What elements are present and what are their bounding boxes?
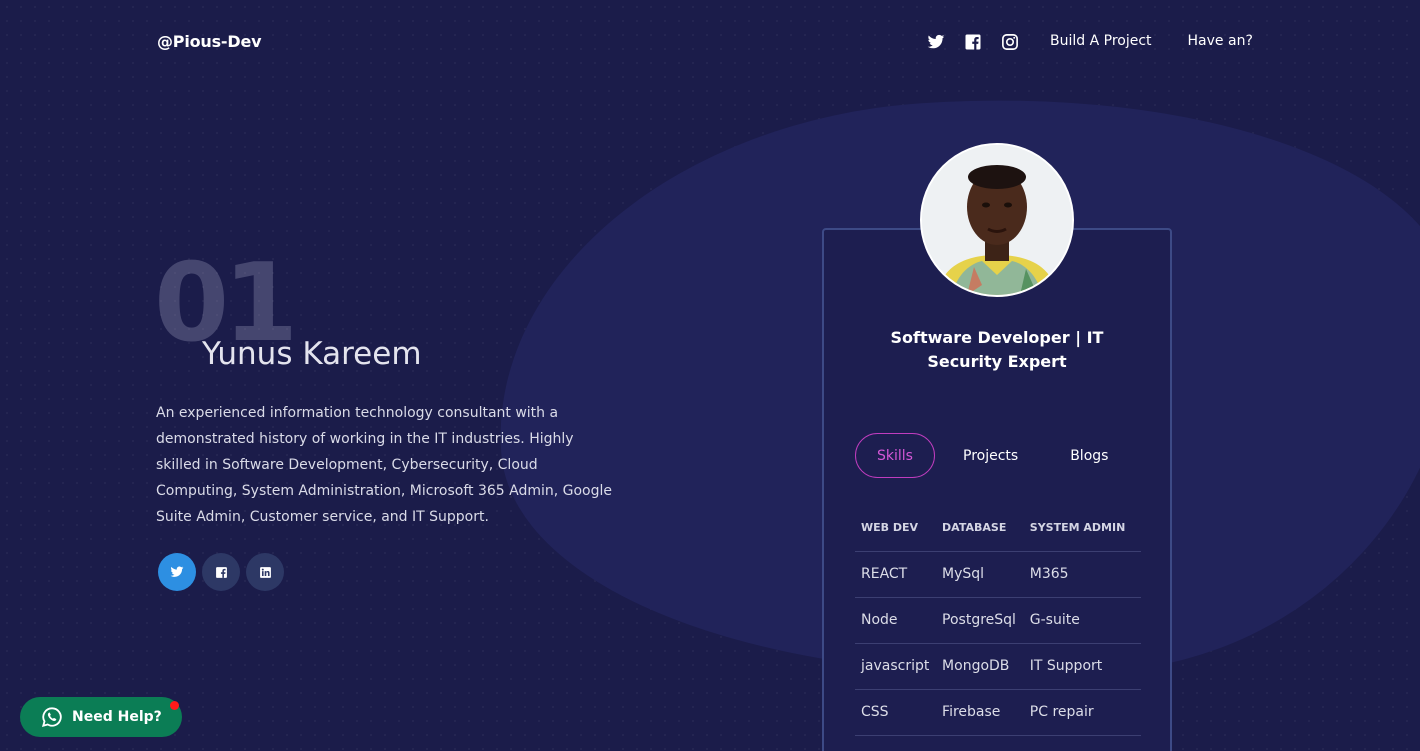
- table-row: REACT MySql M365: [855, 551, 1141, 598]
- facebook-button[interactable]: [202, 553, 240, 591]
- table-cell: REACT: [855, 551, 937, 598]
- table-cell: PostgreSql: [936, 597, 1024, 644]
- twitter-button[interactable]: [158, 553, 196, 591]
- table-cell: MySql: [936, 551, 1024, 598]
- table-cell: Troubleshooting: [1023, 735, 1141, 751]
- table-cell: G-suite: [1023, 597, 1141, 644]
- table-cell: CouchDB: [936, 735, 1024, 751]
- profile-photo: [922, 145, 1072, 295]
- table-header-row: WEB DEV DATABASE SYSTEM ADMIN: [855, 505, 1141, 552]
- tab-blogs[interactable]: Blogs: [1070, 433, 1108, 478]
- table-cell: MongoDB: [936, 643, 1024, 690]
- table-row: HTML CouchDB Troubleshooting: [855, 735, 1141, 751]
- profile-card: Software Developer | IT Security Expert …: [822, 228, 1172, 751]
- nav-link-build-project[interactable]: Build A Project: [1050, 33, 1152, 49]
- table-row: CSS Firebase PC repair: [855, 689, 1141, 736]
- instagram-icon[interactable]: [1001, 33, 1019, 51]
- skills-table: WEB DEV DATABASE SYSTEM ADMIN REACT MySq…: [855, 505, 1141, 751]
- need-help-button[interactable]: Need Help?: [20, 697, 182, 737]
- facebook-icon[interactable]: [964, 33, 982, 51]
- table-cell: CSS: [855, 689, 937, 736]
- nav-links: Build A Project Have an?: [1050, 33, 1253, 49]
- profile-tabs: Skills Projects Blogs: [855, 433, 1108, 478]
- table-cell: IT Support: [1023, 643, 1141, 690]
- column-header: SYSTEM ADMIN: [1023, 505, 1141, 552]
- bio-text: An experienced information technology co…: [156, 405, 612, 525]
- table-cell: M365: [1023, 551, 1141, 598]
- need-help-label: Need Help?: [72, 709, 162, 725]
- table-cell: PC repair: [1023, 689, 1141, 736]
- linkedin-icon: [259, 566, 271, 578]
- column-header: WEB DEV: [855, 505, 937, 552]
- table-cell: javascript: [855, 643, 937, 690]
- whatsapp-icon: [41, 707, 62, 728]
- notification-dot: [170, 701, 179, 710]
- tab-projects[interactable]: Projects: [963, 433, 1018, 478]
- table-row: javascript MongoDB IT Support: [855, 643, 1141, 690]
- twitter-icon[interactable]: [927, 33, 945, 51]
- tab-skills[interactable]: Skills: [855, 433, 935, 478]
- twitter-icon: [170, 566, 184, 577]
- table-cell: Node: [855, 597, 937, 644]
- brand-logo[interactable]: @Pious-Dev: [157, 32, 262, 51]
- nav-link-have-an[interactable]: Have an?: [1188, 33, 1253, 49]
- top-nav: @Pious-Dev Build A Project Have an?: [0, 0, 1420, 86]
- avatar: [920, 143, 1074, 297]
- facebook-icon: [215, 566, 227, 578]
- social-links: [158, 553, 284, 591]
- nav-social-icons: [927, 33, 1019, 51]
- person-name: Yunus Kareem: [202, 336, 422, 372]
- table-cell: HTML: [855, 735, 937, 751]
- table-cell: Firebase: [936, 689, 1024, 736]
- linkedin-button[interactable]: [246, 553, 284, 591]
- role-title: Software Developer | IT Security Expert: [890, 328, 1104, 371]
- column-header: DATABASE: [936, 505, 1024, 552]
- table-row: Node PostgreSql G-suite: [855, 597, 1141, 644]
